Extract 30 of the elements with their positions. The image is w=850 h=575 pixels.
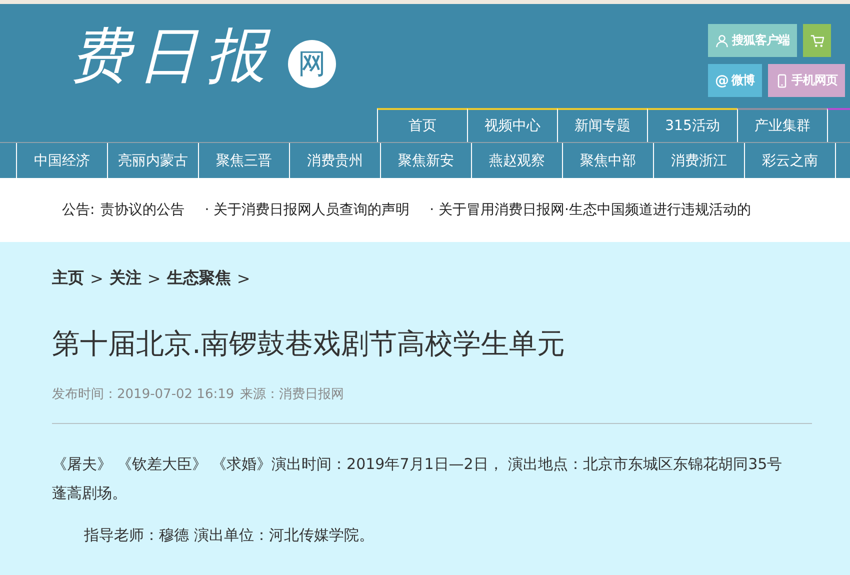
breadcrumb-separator: > [90,269,104,288]
notice-link[interactable]: · 关于消费日报网人员查询的声明 [204,201,410,219]
nav-tab[interactable]: 新闻专题 [557,108,647,142]
nav-tab[interactable]: 视频中心 [467,108,557,142]
notice-link[interactable]: 责协议的公告 [100,201,185,219]
notice-link[interactable]: · 关于冒用消费日报网·生态中国频道进行违规活动的 [430,201,751,219]
nav-tab[interactable]: 产业集群 [737,108,827,142]
link-button[interactable]: @ 微博 [708,64,762,97]
breadcrumb-separator: > [147,269,161,288]
paragraph: 《屠夫》 《钦差大臣》 《求婚》演出时间：2019年7月1日—2日， 演出地点：北京市东城区东锦花胡同35号蓬蒿剧场。 [52,454,784,504]
breadcrumb-link[interactable]: 生态聚焦 [166,268,231,289]
notice-label: 公告: [62,201,95,219]
breadcrumb-separator: > [236,269,250,288]
breadcrumb-link[interactable]: 关注 [109,268,142,289]
logo-badge: 网 [288,40,336,88]
cart-icon [810,34,824,48]
article-source: 来源：消费日报网 [240,386,344,403]
link-button[interactable]: 手机网页 [768,64,844,97]
at-icon: @ [715,72,728,88]
logo[interactable]: 费日报 [70,26,274,86]
nav-tab[interactable]: 首页 [377,108,467,142]
breadcrumb-link[interactable]: 主页 [52,268,84,289]
link-label: 搜狐客户端 [732,32,790,49]
person-icon [715,34,729,48]
link-label: 手机网页 [792,72,838,89]
nav-tab[interactable]: 315活动 [647,108,737,142]
article-title: 第十届北京.南锣鼓巷戏剧节高校学生单元 [52,326,566,362]
paragraph: 指导老师：穆德 演出单位：河北传媒学院。 [83,525,375,546]
publish-time: 发布时间：2019-07-02 16:19 [52,386,234,403]
link-label: 微博 [732,72,754,89]
